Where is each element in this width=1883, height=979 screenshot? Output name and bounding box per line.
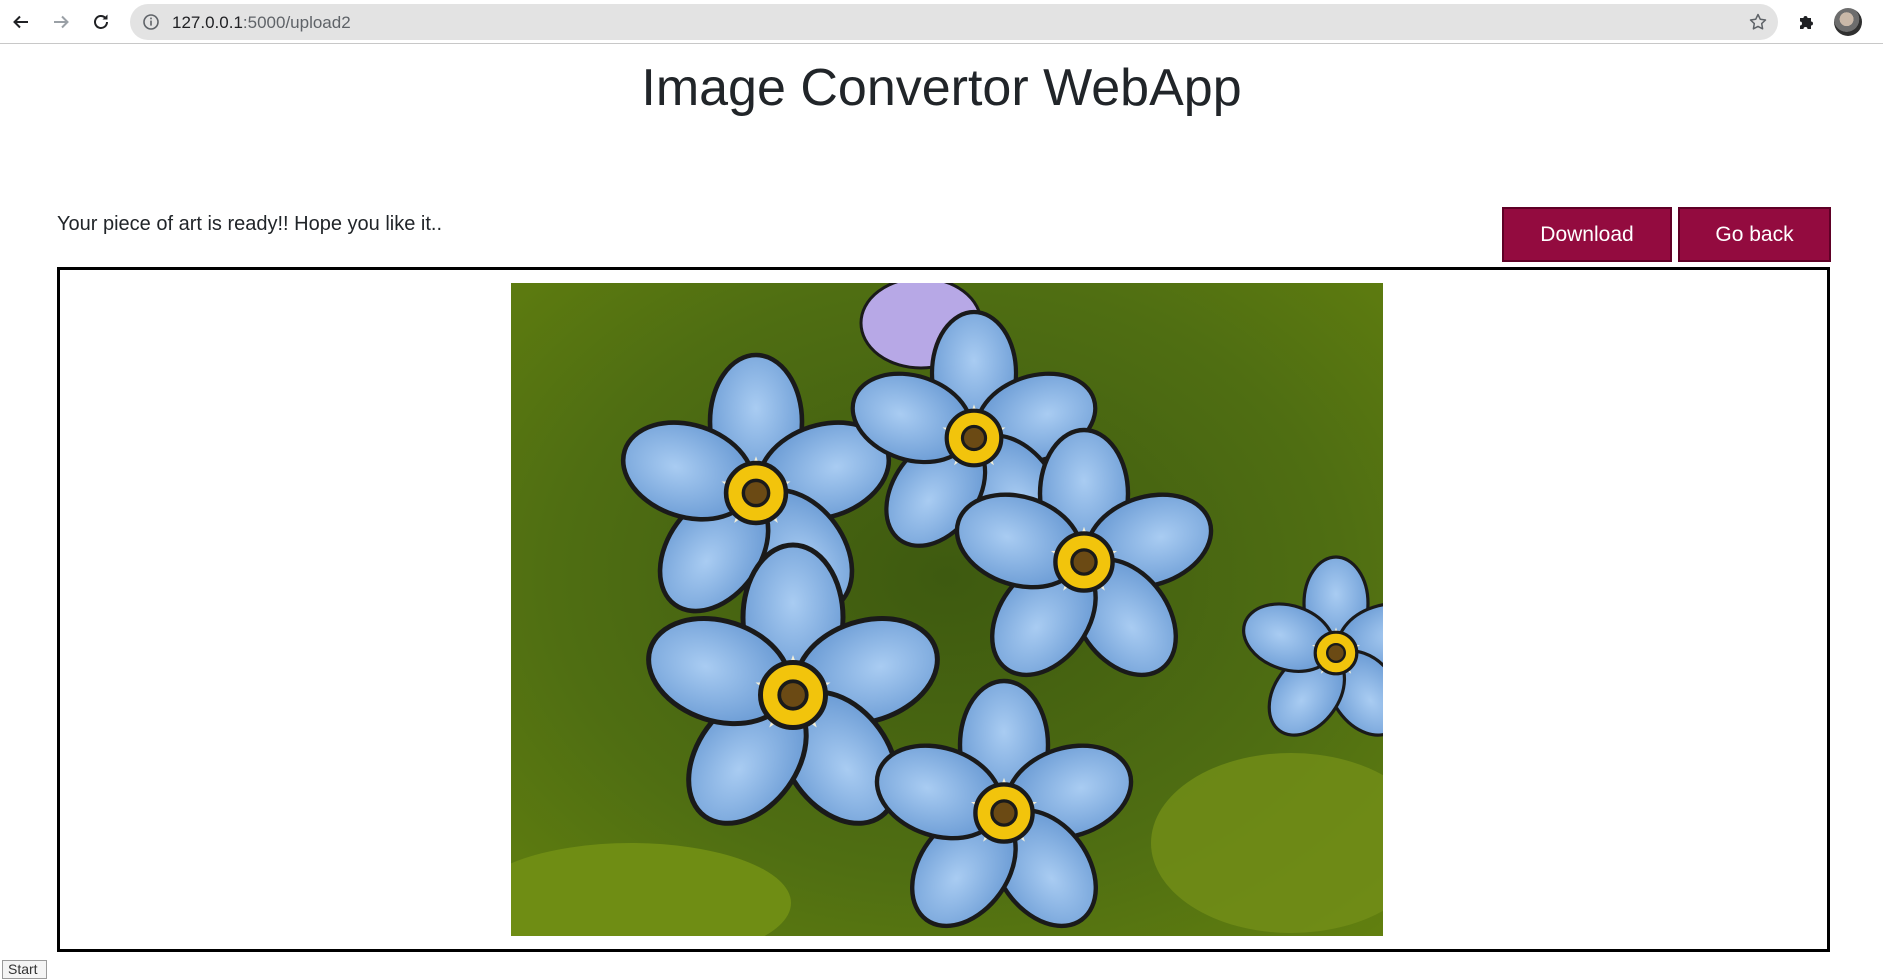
- page-title: Image Convertor WebApp: [641, 59, 1242, 117]
- url-path: :5000/upload2: [242, 13, 351, 32]
- result-message: Your piece of art is ready!! Hope you li…: [57, 213, 443, 235]
- url-text[interactable]: 127.0.0.1:5000/upload2: [172, 13, 351, 32]
- forward-arrow-icon[interactable]: [47, 8, 75, 36]
- result-image: [511, 283, 1383, 936]
- back-arrow-icon[interactable]: [7, 8, 35, 36]
- star-icon[interactable]: [1748, 12, 1768, 32]
- download-button[interactable]: Download: [1502, 207, 1672, 262]
- url-host: 127.0.0.1: [172, 13, 243, 32]
- avatar[interactable]: [1834, 8, 1862, 36]
- puzzle-icon[interactable]: [1792, 8, 1820, 36]
- info-icon[interactable]: [142, 13, 160, 31]
- go-back-button[interactable]: Go back: [1678, 207, 1831, 262]
- result-image-frame: [57, 267, 1830, 952]
- browser-toolbar: 127.0.0.1:5000/upload2: [0, 0, 1883, 44]
- reload-icon[interactable]: [87, 8, 115, 36]
- start-tag[interactable]: Start: [2, 960, 47, 979]
- address-bar[interactable]: 127.0.0.1:5000/upload2: [130, 4, 1778, 40]
